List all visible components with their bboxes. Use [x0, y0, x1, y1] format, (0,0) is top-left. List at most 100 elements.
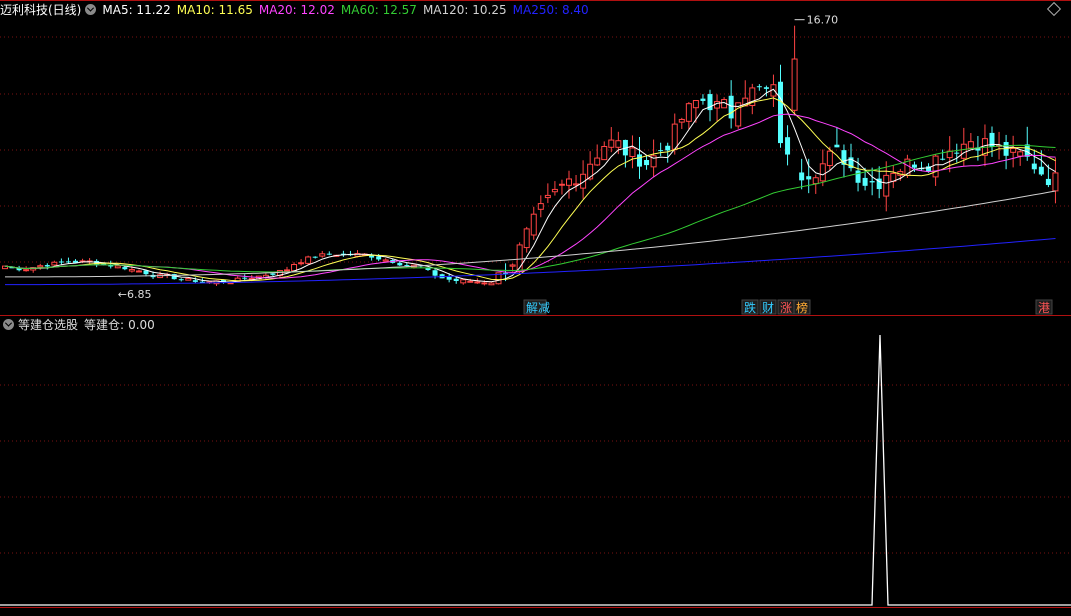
ma-legend-ma60: MA60: 12.57 — [340, 3, 417, 17]
candle-body-up — [615, 140, 622, 148]
candle-body-down — [270, 273, 276, 275]
ma-legend-ma250: MA250: 8.40 — [512, 3, 589, 17]
candle-body-down — [397, 262, 403, 266]
candle-body-up — [671, 123, 678, 150]
candle-body-up — [467, 280, 474, 283]
candle-body-down — [756, 86, 762, 88]
event-tag: 涨 — [780, 300, 792, 315]
candle-body-up — [128, 269, 135, 272]
ma-line-20 — [4, 113, 1056, 279]
high-price-label: 16.70 — [807, 14, 839, 27]
candle-body-down — [799, 172, 805, 181]
ma-legend-ma5: MA5: 11.22 — [102, 3, 171, 17]
candle-body-up — [685, 103, 692, 122]
candle-body-down — [446, 276, 452, 280]
candle-body-down — [700, 98, 706, 101]
candle-body-down — [178, 279, 184, 281]
ma-legend-ma10: MA10: 11.65 — [176, 3, 253, 17]
ma-line-10 — [4, 97, 1056, 282]
candle-body-down — [312, 256, 318, 258]
candle-body-up — [960, 143, 967, 159]
candle-body-up — [629, 147, 636, 157]
chevron-down-icon[interactable] — [3, 319, 14, 330]
candle-body-up — [558, 183, 565, 186]
candle-body-up — [51, 261, 58, 266]
candle-body-up — [284, 269, 290, 272]
candle-body-up — [305, 256, 312, 264]
low-price-label: ←6.85 — [118, 288, 152, 301]
candle-body-up — [509, 264, 516, 267]
candle-body-up — [826, 150, 833, 167]
candle-body-down — [1031, 163, 1037, 170]
chart-window[interactable]: 16.70 ←6.85 解减 跌财涨榜 港 迈利科技(日线) MA5: 11.22 MA10… — [0, 0, 1071, 616]
indicator-label: 等建仓 — [84, 318, 121, 332]
candle-body-up — [460, 279, 467, 284]
candle-body-up — [791, 58, 798, 111]
candle-body-up — [678, 118, 685, 123]
candle-body-up — [1010, 147, 1017, 153]
candle-body-up — [37, 265, 44, 268]
candle-body-up — [1017, 151, 1024, 157]
candle-body-down — [637, 154, 642, 167]
candle-body-up — [23, 269, 30, 272]
candle-body-up — [714, 101, 721, 109]
candle-body-down — [432, 270, 438, 276]
candle-body-down — [1024, 144, 1030, 157]
candle-body-up — [812, 177, 819, 185]
event-tag: 跌 — [744, 300, 756, 315]
candle-body-down — [122, 267, 128, 270]
candle-body-up — [692, 100, 699, 109]
indicator-signal-line — [0, 334, 1071, 606]
kline-chart[interactable]: 16.70 ←6.85 解减 跌财涨榜 港 — [0, 0, 1071, 616]
candle-body-down — [763, 87, 769, 89]
chevron-down-icon[interactable] — [85, 4, 97, 15]
event-tag: 港 — [1038, 301, 1050, 315]
ma-line-120 — [5, 190, 1056, 278]
indicator-name: 等建仓选股 — [18, 318, 79, 332]
candle-body-up — [382, 259, 389, 262]
candle-body-down — [644, 160, 650, 166]
candle-body-up — [1052, 172, 1059, 192]
candle-body-down — [453, 278, 459, 282]
ma-line-60 — [4, 144, 1056, 273]
candle-body-up — [544, 194, 551, 199]
candle-body-down — [778, 81, 783, 144]
candle-body-down — [376, 256, 382, 260]
candle-body-down — [658, 150, 664, 152]
candle-body-up — [594, 157, 601, 166]
candle-body-down — [242, 277, 248, 279]
candle-body-down — [940, 158, 946, 160]
ma-line-5 — [4, 88, 1056, 283]
candle-body-up — [883, 174, 890, 197]
candle-body-down — [665, 145, 671, 151]
candle-body-down — [855, 170, 861, 183]
candle-body-up — [967, 141, 974, 149]
candle-body-down — [911, 164, 917, 168]
candle-body-down — [954, 152, 960, 154]
candle-body-up — [601, 146, 608, 161]
candle-body-down — [785, 137, 791, 155]
candle-body-down — [1038, 166, 1044, 175]
candle-body-up — [537, 203, 544, 210]
event-tag: 解减 — [526, 301, 550, 315]
candle-body-up — [298, 262, 305, 265]
event-tag: 财 — [762, 301, 774, 315]
candle-body-down — [869, 181, 875, 183]
ma-legend-ma20: MA20: 12.02 — [258, 3, 335, 17]
candle-body-down — [728, 95, 734, 119]
candle-body-down — [58, 261, 64, 263]
candle-body-up — [566, 178, 572, 186]
candle-body-down — [65, 261, 71, 263]
ma-legend: MA5: 11.22 MA10: 11.65 MA20: 12.02 MA60: 12… — [102, 3, 594, 17]
candle-body-down — [862, 177, 868, 186]
candle-body-down — [192, 280, 198, 282]
candle-body-down — [834, 144, 840, 148]
candle-body-up — [530, 213, 537, 236]
candle-body-down — [44, 265, 50, 267]
candle-body-up — [932, 155, 939, 178]
candle-body-up — [291, 264, 298, 272]
candle-body-up — [474, 281, 481, 284]
candle-body-down — [806, 176, 812, 180]
candle-body-up — [523, 228, 530, 249]
candle-body-up — [114, 265, 121, 269]
